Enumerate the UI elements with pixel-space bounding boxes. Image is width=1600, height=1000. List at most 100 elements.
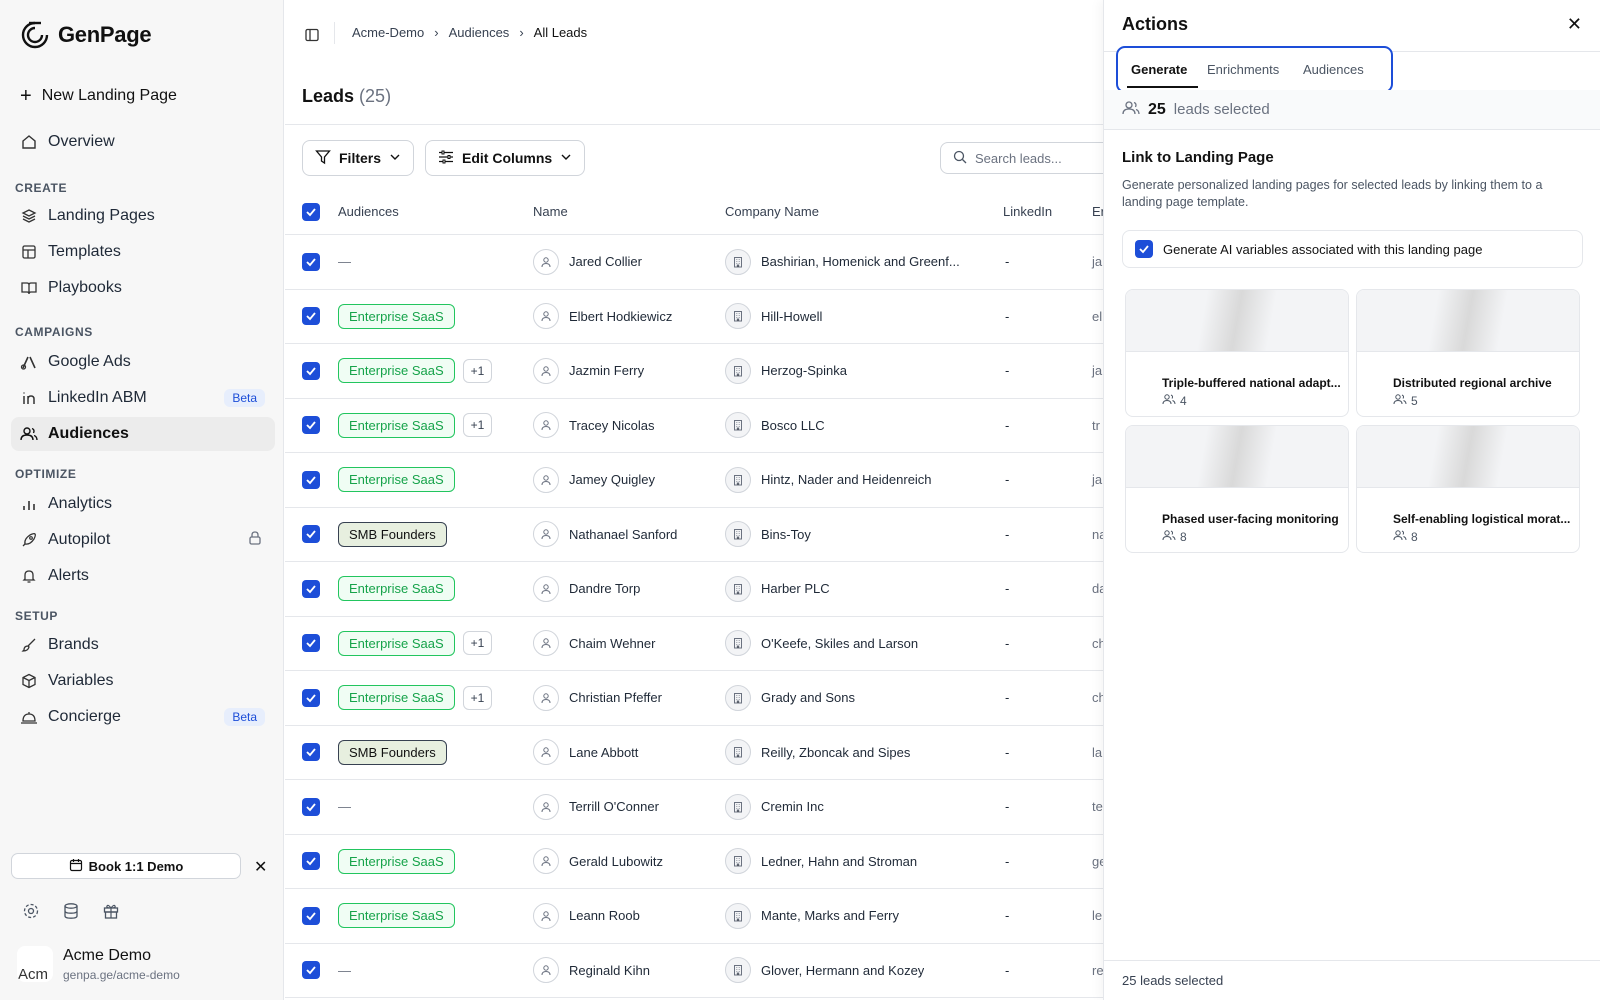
sidebar-item-variables[interactable]: Variables [11,664,275,698]
row-checkbox[interactable] [302,852,320,871]
filters-button[interactable]: Filters [302,140,415,176]
tab-audiences[interactable]: Audiences [1303,62,1364,77]
sidebar-toggle-icon[interactable] [305,28,319,45]
lead-name[interactable]: Christian Pfeffer [569,690,662,705]
col-audiences[interactable]: Audiences [338,189,399,234]
table-row[interactable]: Enterprise SaaS Gerald Lubowitz Ledner, Ha… [285,835,1105,889]
more-audiences-badge[interactable]: +1 [462,631,493,656]
audience-tag[interactable]: SMB Founders [338,739,447,765]
new-landing-page-button[interactable]: + New Landing Page [20,86,177,106]
sidebar-item-google-ads[interactable]: Google Ads [11,345,275,379]
row-checkbox[interactable] [302,579,320,598]
lead-name[interactable]: Jared Collier [569,254,642,269]
audience-tag[interactable]: SMB Founders [338,521,447,547]
col-linkedin[interactable]: LinkedIn [1003,189,1052,234]
row-checkbox[interactable] [302,416,320,435]
audience-tag[interactable]: Enterprise SaaS [338,467,455,493]
row-checkbox[interactable] [302,688,320,707]
template-card[interactable]: Phased user-facing monitoring 8 [1125,425,1349,553]
table-row[interactable]: Enterprise SaaS +1 Jazmin Ferry Herzog-Spin… [285,344,1105,399]
select-all-checkbox[interactable] [302,202,320,221]
more-audiences-badge[interactable]: +1 [462,413,493,438]
row-checkbox[interactable] [302,743,320,762]
more-audiences-badge[interactable]: +1 [462,358,493,383]
audience-tag[interactable]: Enterprise SaaS [338,303,455,329]
audience-tag[interactable]: Enterprise SaaS [338,358,455,384]
lead-name[interactable]: Dandre Torp [569,581,640,596]
lead-name[interactable]: Gerald Lubowitz [569,854,663,869]
account-switcher[interactable]: Acm Acme Demo genpa.ge/acme-demo [17,946,180,982]
book-demo-button[interactable]: Book 1:1 Demo [11,853,241,879]
more-audiences-badge[interactable]: +1 [462,685,493,710]
search-input[interactable]: Search leads... [940,142,1105,174]
audience-tag[interactable]: Enterprise SaaS [338,848,455,874]
audience-tag[interactable]: Enterprise SaaS [338,576,455,602]
row-checkbox[interactable] [302,797,320,816]
sidebar-item-playbooks[interactable]: Playbooks [11,271,275,305]
sidebar-item-landing-pages[interactable]: Landing Pages [11,199,275,233]
ai-variables-checkbox[interactable] [1135,240,1153,258]
sidebar-item-concierge[interactable]: Concierge Beta [11,700,275,734]
table-row[interactable]: — Reginald Kihn Glover, Hermann and Kozey -… [285,944,1105,998]
row-checkbox[interactable] [302,361,320,380]
ai-variables-option[interactable]: Generate AI variables associated with th… [1122,230,1583,268]
sidebar-item-templates[interactable]: Templates [11,235,275,269]
settings-gear-icon[interactable] [22,902,40,923]
sidebar-item-brands[interactable]: Brands [11,628,275,662]
table-row[interactable]: Enterprise SaaS +1 Tracey Nicolas Bosco LLC… [285,399,1105,453]
lead-name[interactable]: Elbert Hodkiewicz [569,309,672,324]
col-company[interactable]: Company Name [725,189,819,234]
sidebar-item-audiences[interactable]: Audiences [11,417,275,451]
database-icon[interactable] [62,902,80,923]
company-name: Herzog-Spinka [761,363,847,379]
row-checkbox[interactable] [302,252,320,271]
table-row[interactable]: Enterprise SaaS +1 Christian Pfeffer Grady … [285,671,1105,726]
template-card[interactable]: Triple-buffered national adapt... 4 [1125,289,1349,417]
lead-name[interactable]: Leann Roob [569,908,640,923]
edit-columns-button[interactable]: Edit Columns [425,140,586,176]
sidebar-item-overview[interactable]: Overview [11,125,275,159]
table-row[interactable]: — Jared Collier Bashirian, Homenick and Gr… [285,235,1105,290]
sidebar-item-analytics[interactable]: Analytics [11,487,275,521]
row-checkbox[interactable] [302,906,320,925]
lead-name[interactable]: Tracey Nicolas [569,418,654,433]
table-row[interactable]: SMB FoundersNathanael SanfordBins-Toy-na [285,508,1105,562]
tab-generate[interactable]: Generate [1131,62,1187,77]
table-row[interactable]: — Terrill O'Conner Cremin Inc - te [285,780,1105,835]
lead-name[interactable]: Nathanael Sanford [569,527,677,542]
col-name[interactable]: Name [533,189,568,234]
breadcrumb-item[interactable]: Audiences [449,25,510,40]
template-card[interactable]: Distributed regional archive 5 [1356,289,1580,417]
lead-name[interactable]: Terrill O'Conner [569,799,659,814]
table-row[interactable]: Enterprise SaaS Leann Roob Mante, Marks an… [285,889,1105,944]
table-row[interactable]: SMB Founders Lane Abbott Reilly, Zboncak a… [285,726,1105,780]
sidebar-item-alerts[interactable]: Alerts [11,559,275,593]
sidebar-item-autopilot[interactable]: Autopilot [11,523,275,557]
tab-enrichments[interactable]: Enrichments [1207,62,1279,77]
row-checkbox[interactable] [302,961,320,980]
table-row[interactable]: Enterprise SaaS Elbert Hodkiewicz Hill-How… [285,290,1105,344]
lead-name[interactable]: Jamey Quigley [569,472,655,487]
row-checkbox[interactable] [302,470,320,489]
table-row[interactable]: Enterprise SaaS +1 Chaim Wehner O'Keefe, Sk… [285,617,1105,671]
breadcrumb-item[interactable]: Acme-Demo [352,25,424,40]
row-checkbox[interactable] [302,634,320,653]
close-icon[interactable]: ✕ [1567,14,1582,35]
template-card[interactable]: Self-enabling logistical morat... 8 [1356,425,1580,553]
table-row[interactable]: Enterprise SaaSDandre TorpHarber PLC-da [285,562,1105,617]
gift-icon[interactable] [102,902,120,923]
lead-name[interactable]: Reginald Kihn [569,963,650,978]
row-checkbox[interactable] [302,525,320,544]
sidebar-item-linkedin-abm[interactable]: LinkedIn ABM Beta [11,381,275,415]
audience-tag[interactable]: Enterprise SaaS [338,630,455,656]
audience-tag[interactable]: Enterprise SaaS [338,685,455,711]
close-icon[interactable]: ✕ [254,857,267,877]
row-checkbox[interactable] [302,307,320,326]
lead-name[interactable]: Chaim Wehner [569,636,655,651]
lead-name[interactable]: Lane Abbott [569,745,638,760]
table-row[interactable]: Enterprise SaaS Jamey Quigley Hintz, Nader… [285,453,1105,508]
audience-tag[interactable]: Enterprise SaaS [338,903,455,929]
audience-tag[interactable]: Enterprise SaaS [338,412,455,438]
lead-name[interactable]: Jazmin Ferry [569,363,644,378]
brand-logo[interactable]: GenPage [20,20,152,50]
